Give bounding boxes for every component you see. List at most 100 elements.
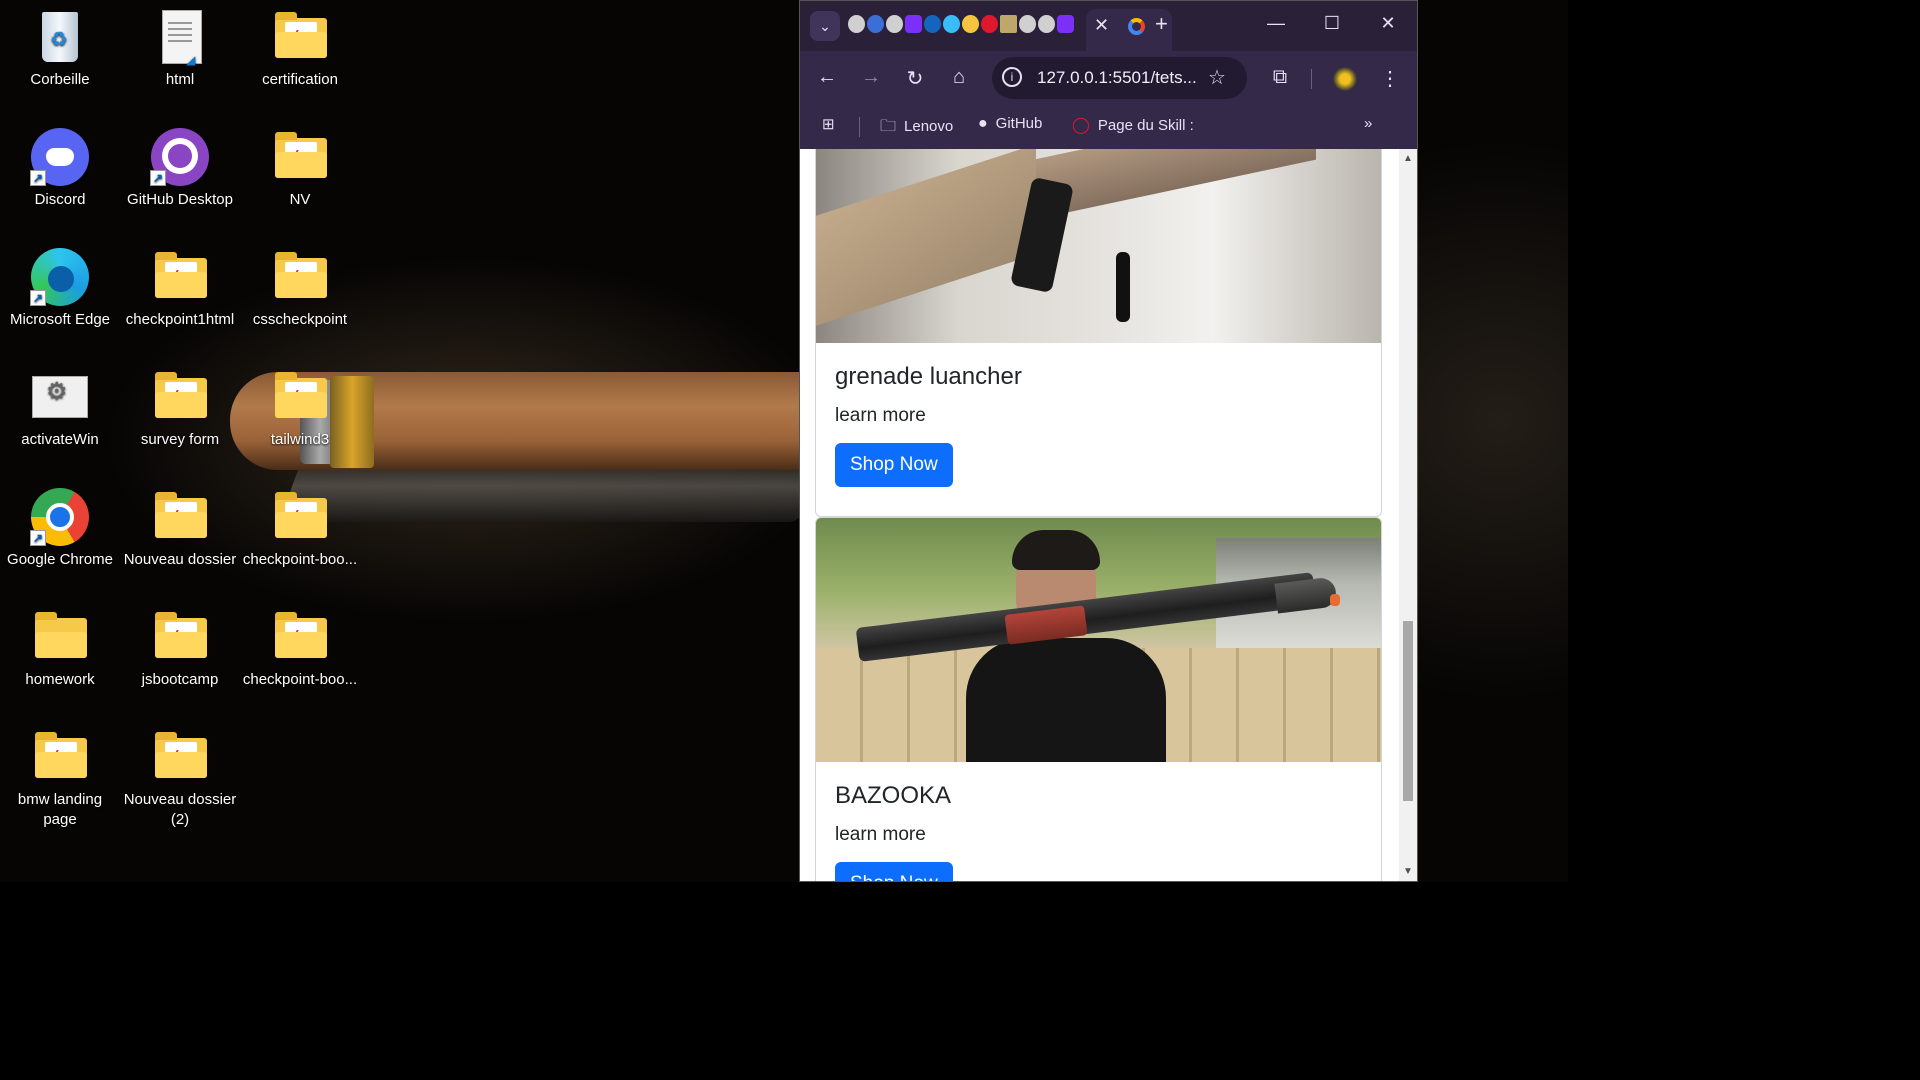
card-title: grenade luancher <box>835 363 1022 390</box>
shop-now-button[interactable]: Shop Now <box>835 862 953 881</box>
google-icon <box>1128 18 1145 35</box>
more-bookmarks-icon[interactable]: » <box>1364 115 1372 132</box>
tab-favicon[interactable] <box>886 15 903 33</box>
desktop-icon-label: activateWin <box>21 431 99 448</box>
bookmark-github[interactable]: ● GitHub <box>978 115 1042 133</box>
back-icon[interactable]: ← <box>815 66 839 89</box>
url-text[interactable]: 127.0.0.1:5501/tets... <box>1037 68 1197 88</box>
close-icon[interactable]: ✕ <box>1094 15 1109 36</box>
bookmark-label: Page du Skill : <box>1097 117 1194 134</box>
desktop-icon-checkpoint-boo-2[interactable]: checkpoint-boo... <box>240 602 360 690</box>
apps-icon[interactable]: ⊞ <box>822 115 835 133</box>
address-bar[interactable]: i 127.0.0.1:5501/tets... ☆ <box>992 57 1247 99</box>
folder-icon <box>270 488 330 546</box>
folder-icon <box>270 8 330 66</box>
folder-icon <box>150 608 210 666</box>
pinned-tabs <box>848 15 1076 37</box>
desktop-icon-checkpoint-boo-1[interactable]: checkpoint-boo... <box>240 482 360 570</box>
scroll-up-icon[interactable]: ▲ <box>1403 153 1413 164</box>
product-card-bazooka: BAZOOKA learn more Shop Now <box>815 517 1382 881</box>
desktop-icon-label: jsbootcamp <box>141 671 219 688</box>
shop-now-button[interactable]: Shop Now <box>835 443 953 487</box>
forward-icon[interactable]: → <box>859 66 883 89</box>
desktop-icon-tailwind3[interactable]: tailwind3 <box>240 362 360 450</box>
desktop-icon-certification[interactable]: certification <box>240 2 360 90</box>
folder-icon <box>150 248 210 306</box>
desktop-icon-discord[interactable]: ↗ Discord <box>0 122 120 210</box>
browser-window: ⌄ ✕ + — ☐ ✕ ← → ↻ ⌂ i 127.0.0.1:5501/tet… <box>799 0 1418 882</box>
scroll-down-icon[interactable]: ▼ <box>1403 866 1413 877</box>
site-info-icon[interactable]: i <box>1002 67 1022 87</box>
extensions-icon[interactable]: ⧉ <box>1268 66 1292 89</box>
desktop-icon-label: Microsoft Edge <box>9 311 111 328</box>
tab-favicon[interactable] <box>981 15 998 33</box>
github-icon: ● <box>978 115 988 132</box>
scroll-thumb[interactable] <box>1403 621 1413 801</box>
folder-icon <box>270 608 330 666</box>
product-image-grenade-launcher <box>816 149 1381 343</box>
desktop-icon-checkpoint1html[interactable]: checkpoint1html <box>120 242 240 330</box>
bookmarks-bar: ⊞ 🗀 Lenovo ● GitHub ◯ Page du Skill : » <box>800 105 1417 149</box>
desktop-icon-chrome[interactable]: ↗ Google Chrome <box>0 482 120 570</box>
folder-icon <box>150 728 210 786</box>
minimize-icon[interactable]: — <box>1261 13 1291 34</box>
desktop-icon-label: bmw landing page <box>17 791 103 828</box>
tab-search-button[interactable]: ⌄ <box>810 11 840 41</box>
tab-favicon[interactable] <box>1038 15 1055 33</box>
tab-favicon[interactable] <box>867 15 884 33</box>
maximize-icon[interactable]: ☐ <box>1317 13 1347 34</box>
folder-icon: 🗀 <box>880 118 897 135</box>
desktop-icon-jsbootcamp[interactable]: jsbootcamp <box>120 602 240 690</box>
discord-icon: ↗ <box>30 128 90 186</box>
tab-favicon[interactable] <box>1057 15 1074 33</box>
recycle-bin-icon: ♻ <box>30 8 90 66</box>
home-icon[interactable]: ⌂ <box>947 66 971 89</box>
menu-icon[interactable]: ⋮ <box>1378 66 1402 91</box>
desktop-icon-survey-form[interactable]: survey form <box>120 362 240 450</box>
code-file-icon: ◢ <box>150 8 210 67</box>
desktop-icon-edge[interactable]: ↗ Microsoft Edge <box>0 242 120 330</box>
desktop-icon-recycle-bin[interactable]: ♻ Corbeille <box>0 2 120 90</box>
folder-icon <box>270 368 330 426</box>
desktop-icon-homework[interactable]: homework <box>0 602 120 690</box>
reload-icon[interactable]: ↻ <box>903 66 927 91</box>
bookmark-lenovo[interactable]: 🗀 Lenovo <box>880 115 953 142</box>
scrollbar[interactable]: ▲ ▼ <box>1399 149 1417 881</box>
card-text: learn more <box>835 824 926 845</box>
card-body: BAZOOKA learn more Shop Now <box>816 762 1381 881</box>
desktop-icon-label: Google Chrome <box>7 551 113 568</box>
card-text: learn more <box>835 405 926 426</box>
desktop-icon-activatewin[interactable]: ⚙ activateWin <box>0 362 120 450</box>
desktop-icon-github-desktop[interactable]: ↗ GitHub Desktop <box>120 122 240 210</box>
page-viewport: grenade luancher learn more Shop Now BAZ… <box>800 149 1417 881</box>
desktop-icon-html[interactable]: ◢ html <box>120 2 240 90</box>
tab-favicon[interactable] <box>924 15 941 33</box>
opera-icon: ◯ <box>1072 117 1090 134</box>
desktop-icon-label: csscheckpoint <box>252 311 348 328</box>
tab-favicon[interactable] <box>1019 15 1036 33</box>
tab-favicon[interactable] <box>943 15 960 33</box>
profile-avatar[interactable] <box>1333 67 1357 91</box>
close-window-icon[interactable]: ✕ <box>1373 13 1403 34</box>
desktop-icon-label: tailwind3 <box>270 431 330 448</box>
desktop-icon-csscheckpoint[interactable]: csscheckpoint <box>240 242 360 330</box>
folder-icon <box>270 128 330 186</box>
tab-favicon[interactable] <box>848 15 865 33</box>
new-tab-button[interactable]: + <box>1155 11 1168 37</box>
desktop-icon-bmw-landing-page[interactable]: bmw landing page <box>0 722 120 830</box>
desktop-icon-label: Discord <box>34 191 86 208</box>
bookmark-page-du-skill[interactable]: ◯ Page du Skill : <box>1072 115 1194 135</box>
bookmarks-divider <box>859 117 860 137</box>
desktop-icon-label: GitHub Desktop <box>127 191 233 208</box>
tab-favicon[interactable] <box>962 15 979 33</box>
tab-favicon[interactable] <box>1000 15 1017 33</box>
folder-icon <box>270 248 330 306</box>
desktop-icon-label: Corbeille <box>30 71 90 88</box>
desktop-icon-nouveau-dossier-2[interactable]: Nouveau dossier (2) <box>120 722 240 830</box>
github-desktop-icon: ↗ <box>150 128 210 186</box>
desktop-icon-nouveau-dossier[interactable]: Nouveau dossier <box>120 482 240 570</box>
tab-favicon[interactable] <box>905 15 922 33</box>
desktop-icon-nv[interactable]: NV <box>240 122 360 210</box>
tab-strip: ⌄ ✕ + — ☐ ✕ <box>800 1 1417 51</box>
bookmark-star-icon[interactable]: ☆ <box>1208 65 1226 90</box>
